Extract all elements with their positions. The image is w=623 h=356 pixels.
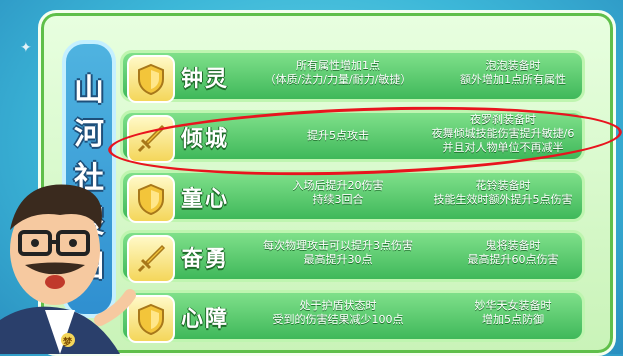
bonus-line: 技能生效时额外提升5点伤害 bbox=[433, 193, 573, 206]
effect-line: 最高提升30点 bbox=[303, 253, 373, 266]
bonus-line: 泡泡装备时 bbox=[485, 59, 541, 72]
ability-name: 钟灵 bbox=[181, 67, 230, 92]
side-title-char: 山 bbox=[74, 73, 104, 108]
effect-line: 处于护盾状态时 bbox=[299, 299, 377, 312]
ability-row-tongxin[interactable]: 童心 入场后提升20伤害 持续3回合 花铃装备时 技能生效时额外提升5点伤害 bbox=[120, 170, 585, 223]
bonus-line: 增加5点防御 bbox=[482, 313, 544, 326]
ability-effect: 处于护盾状态时 受到的伤害结果减少100点 bbox=[233, 299, 443, 327]
bonus-line: 妙华天女装备时 bbox=[474, 299, 552, 312]
ability-effect: 入场后提升20伤害 持续3回合 bbox=[243, 179, 433, 207]
effect-line: 入场后提升20伤害 bbox=[292, 179, 384, 192]
effect-line: 所有属性增加1点 bbox=[296, 59, 380, 72]
ability-name: 童心 bbox=[181, 187, 230, 212]
ability-name: 心障 bbox=[181, 307, 230, 332]
set-bonus: 花铃装备时 技能生效时额外提升5点伤害 bbox=[423, 179, 583, 207]
effect-line: 持续3回合 bbox=[312, 193, 364, 206]
ability-name: 奋勇 bbox=[181, 247, 230, 272]
set-bonus: 泡泡装备时 额外增加1点所有属性 bbox=[443, 59, 583, 87]
shield-icon bbox=[127, 55, 175, 103]
ability-row-zhongling[interactable]: 钟灵 所有属性增加1点 （体质/法力/力量/耐力/敏捷） 泡泡装备时 额外增加1… bbox=[120, 50, 585, 103]
set-bonus: 妙华天女装备时 增加5点防御 bbox=[443, 299, 583, 327]
sparkle-icon: ✦ bbox=[20, 40, 32, 56]
effect-line: （体质/法力/力量/耐力/敏捷） bbox=[264, 73, 412, 86]
set-bonus: 鬼将装备时 最高提升60点伤害 bbox=[443, 239, 583, 267]
bonus-line: 花铃装备时 bbox=[475, 179, 531, 192]
presenter-badge: 梦 bbox=[63, 338, 73, 348]
effect-line: 受到的伤害结果减少100点 bbox=[272, 313, 404, 326]
bonus-line: 最高提升60点伤害 bbox=[467, 253, 559, 266]
ability-effect: 每次物理攻击可以提升3点伤害 最高提升30点 bbox=[233, 239, 443, 267]
bonus-line: 额外增加1点所有属性 bbox=[460, 73, 566, 86]
effect-line: 每次物理攻击可以提升3点伤害 bbox=[263, 239, 413, 252]
presenter-avatar bbox=[0, 184, 136, 354]
ability-effect: 所有属性增加1点 （体质/法力/力量/耐力/敏捷） bbox=[243, 59, 433, 87]
side-title-char: 河 bbox=[74, 117, 104, 152]
bonus-line: 鬼将装备时 bbox=[485, 239, 541, 252]
ability-row-xinzhang[interactable]: 心障 处于护盾状态时 受到的伤害结果减少100点 妙华天女装备时 增加5点防御 bbox=[120, 290, 585, 343]
ability-row-fenyong[interactable]: 奋勇 每次物理攻击可以提升3点伤害 最高提升30点 鬼将装备时 最高提升60点伤… bbox=[120, 230, 585, 283]
